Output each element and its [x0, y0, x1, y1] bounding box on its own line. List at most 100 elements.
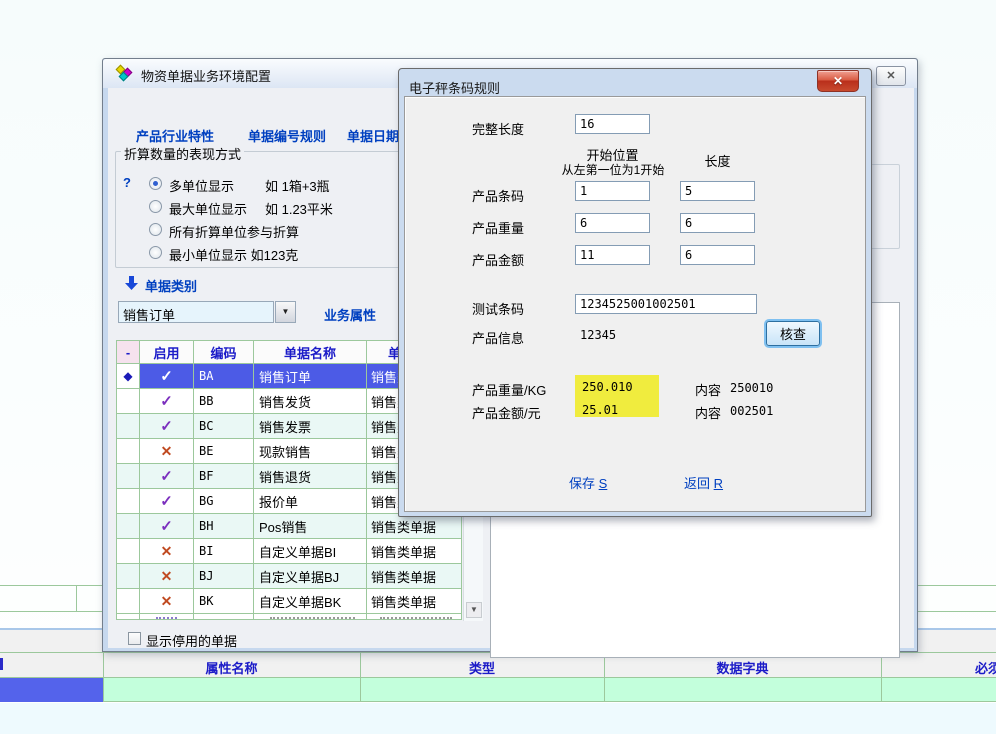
dialog-title: 电子秤条码规则 [409, 78, 500, 97]
row-marker-cell [117, 564, 140, 589]
check-icon: ✓ [160, 467, 173, 485]
grid-line [360, 652, 361, 702]
business-attr-link[interactable]: 业务属性 [324, 305, 376, 324]
enabled-cell: ✓ [140, 489, 194, 514]
selected-cell[interactable] [0, 678, 103, 702]
check-icon: ✓ [160, 367, 173, 385]
show-disabled-label: 显示停用的单据 [146, 631, 237, 650]
column-header-marker[interactable]: - [117, 341, 140, 364]
weight-result-value: 250.010 [582, 380, 633, 394]
code-cell: BA [194, 364, 254, 389]
radio-all-units[interactable] [149, 223, 162, 236]
product-amount-length-input[interactable] [680, 245, 755, 265]
doc-category-select[interactable]: 销售订单 ▼ [118, 301, 296, 323]
amount-result-value: 25.01 [582, 403, 618, 417]
type-cell: 销售类单据 [367, 564, 462, 589]
combo-dropdown-button[interactable]: ▼ [275, 301, 296, 323]
column-header-code[interactable]: 编码 [194, 341, 254, 364]
enabled-cell: ✓ [140, 364, 194, 389]
doc-category-link[interactable]: 单据类别 [145, 276, 197, 295]
product-weight-length-input[interactable] [680, 213, 755, 233]
name-cell: 自定义单据BI [254, 539, 367, 564]
code-cell: BC [194, 414, 254, 439]
desktop: 10 属性名称 类型 数据字典 必须 物资单据业务环境配置 ✕ 产品行业特性 单… [0, 0, 996, 734]
code-cell: BF [194, 464, 254, 489]
tab-product-industry[interactable]: 产品行业特性 [136, 126, 214, 145]
down-arrow-icon [125, 276, 138, 290]
name-cell: 自定义单据BK [254, 589, 367, 614]
combo-value[interactable]: 销售订单 [118, 301, 274, 323]
attribute-table-row[interactable] [0, 678, 996, 702]
type-cell: 销售类单据 [367, 539, 462, 564]
content-label: 内容 [695, 380, 721, 399]
grid-line [103, 652, 104, 702]
test-barcode-input[interactable] [575, 294, 757, 314]
save-button[interactable]: 保存 S [569, 473, 607, 492]
product-barcode-start-input[interactable] [575, 181, 650, 201]
enabled-cell: ✓ [140, 514, 194, 539]
weight-result-label: 产品重量/KG [472, 380, 546, 399]
column-header-enabled[interactable]: 启用 [140, 341, 194, 364]
dialog-content: 完整长度 开始位置 从左第一位为1开始 长度 产品条码 产品重量 产品金额 测试… [404, 96, 866, 512]
full-length-input[interactable] [575, 114, 650, 134]
product-amount-start-input[interactable] [575, 245, 650, 265]
row-marker-cell [117, 389, 140, 414]
row-marker-cell [117, 439, 140, 464]
product-weight-start-input[interactable] [575, 213, 650, 233]
code-cell: BI [194, 539, 254, 564]
x-icon: ✕ [161, 593, 173, 610]
radio-min-unit[interactable] [149, 246, 162, 259]
product-info-label: 产品信息 [472, 328, 524, 347]
row-marker-cell: ◆ [117, 364, 140, 389]
row-marker-cell [117, 414, 140, 439]
radio-max-unit[interactable] [149, 200, 162, 213]
tab-doc-number-rules[interactable]: 单据编号规则 [248, 126, 326, 145]
enabled-cell: ✕ [140, 439, 194, 464]
check-icon: ✓ [160, 417, 173, 435]
enabled-cell: ✕ [140, 589, 194, 614]
check-icon: ✓ [160, 492, 173, 510]
selected-row-marker-icon: ◆ [123, 369, 132, 383]
length-heading: 长度 [680, 151, 755, 170]
radio-example: 如 1.23平米 [265, 199, 333, 218]
enabled-cell: ✕ [140, 564, 194, 589]
column-header-data-dictionary: 数据字典 [604, 658, 881, 677]
radio-multi-unit[interactable] [149, 177, 162, 190]
radio-label: 最小单位显示 如123克 [169, 245, 298, 264]
row-marker-cell [117, 589, 140, 614]
groupbox-title: 折算数量的表现方式 [121, 144, 244, 163]
column-header-attribute-name: 属性名称 [103, 658, 360, 677]
content-label: 内容 [695, 403, 721, 422]
chevron-down-icon: ▼ [282, 307, 290, 316]
enabled-cell: ✓ [140, 389, 194, 414]
amount-content-value: 002501 [730, 404, 773, 418]
enabled-cell: ✕ [140, 539, 194, 564]
grid-line [76, 586, 77, 611]
product-barcode-length-input[interactable] [680, 181, 755, 201]
column-header-doc-name[interactable]: 单据名称 [254, 341, 367, 364]
clipped-table-row [117, 614, 462, 620]
table-row[interactable]: ✕BI自定义单据BI销售类单据 [117, 539, 462, 564]
grid-line [604, 652, 605, 702]
check-button[interactable]: 核查 [766, 321, 820, 346]
radio-label: 最大单位显示 [169, 199, 247, 218]
amount-result-label: 产品金额/元 [472, 403, 541, 422]
name-cell: 现款销售 [254, 439, 367, 464]
type-cell: 销售类单据 [367, 589, 462, 614]
table-row[interactable]: ✕BK自定义单据BK销售类单据 [117, 589, 462, 614]
help-icon[interactable]: ? [123, 175, 131, 190]
name-cell: 销售发票 [254, 414, 367, 439]
name-cell: 报价单 [254, 489, 367, 514]
name-cell: 销售发货 [254, 389, 367, 414]
chevron-down-icon: ▼ [470, 605, 478, 614]
scroll-down-button[interactable]: ▼ [466, 602, 482, 618]
window-close-button[interactable]: ✕ [876, 66, 906, 86]
return-button[interactable]: 返回 R [684, 473, 723, 492]
dialog-titlebar[interactable]: 电子秤条码规则 [399, 69, 871, 96]
radio-label: 所有折算单位参与折算 [169, 222, 299, 241]
code-cell: BB [194, 389, 254, 414]
table-row[interactable]: ✕BJ自定义单据BJ销售类单据 [117, 564, 462, 589]
table-row[interactable]: ✓BHPos销售销售类单据 [117, 514, 462, 539]
show-disabled-checkbox[interactable] [128, 632, 141, 645]
dialog-close-button[interactable]: ✕ [817, 70, 859, 92]
